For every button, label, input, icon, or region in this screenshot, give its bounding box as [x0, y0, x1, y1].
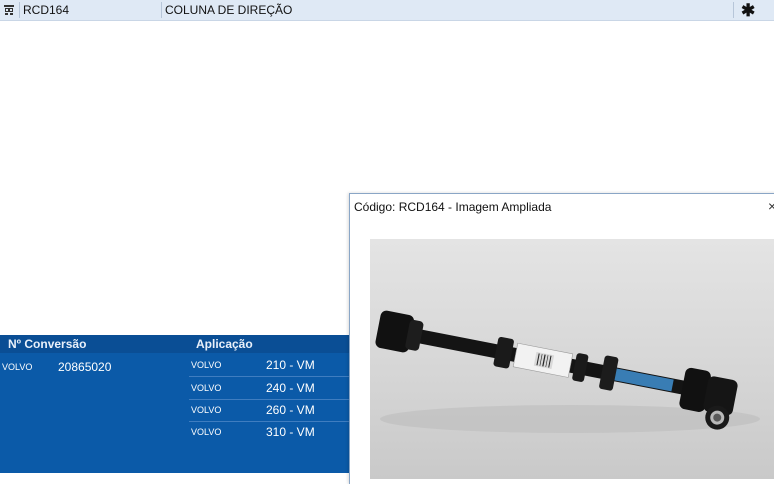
application-row: VOLVO 210 - VM	[189, 354, 349, 377]
conversion-header: Nº Conversão	[8, 337, 87, 351]
popup-title: Código: RCD164 - Imagem Ampliada	[354, 200, 552, 214]
cart-icon[interactable]	[3, 4, 15, 16]
application-brand: VOLVO	[191, 427, 222, 437]
application-brand: VOLVO	[191, 360, 222, 370]
conversion-number: 20865020	[58, 360, 112, 374]
product-row[interactable]: RCD164 COLUNA DE DIREÇÃO ✱	[0, 0, 774, 21]
steering-column-image	[375, 310, 760, 433]
application-model: 260 - VM	[266, 403, 315, 417]
application-model: 210 - VM	[266, 358, 315, 372]
product-code: RCD164	[23, 3, 70, 17]
conversion-panel: Nº Conversão Aplicação VOLVO 20865020 VO…	[0, 335, 352, 473]
application-brand: VOLVO	[191, 383, 222, 393]
asterisk-icon[interactable]: ✱	[741, 1, 755, 21]
panel-header: Nº Conversão Aplicação	[0, 335, 352, 353]
close-icon[interactable]: ×	[768, 198, 774, 214]
column-divider	[161, 2, 162, 18]
application-row: VOLVO 310 - VM	[189, 421, 349, 443]
product-description: COLUNA DE DIREÇÃO	[165, 3, 293, 17]
column-divider	[733, 2, 734, 18]
application-brand: VOLVO	[191, 405, 222, 415]
column-divider	[19, 2, 20, 18]
application-header: Aplicação	[196, 337, 253, 351]
image-popup: Código: RCD164 - Imagem Ampliada ×	[349, 193, 774, 484]
conversion-brand: VOLVO	[2, 362, 33, 372]
application-model: 310 - VM	[266, 425, 315, 439]
product-photo	[370, 239, 774, 479]
application-row: VOLVO 260 - VM	[189, 399, 349, 422]
application-model: 240 - VM	[266, 381, 315, 395]
application-row: VOLVO 240 - VM	[189, 377, 349, 400]
